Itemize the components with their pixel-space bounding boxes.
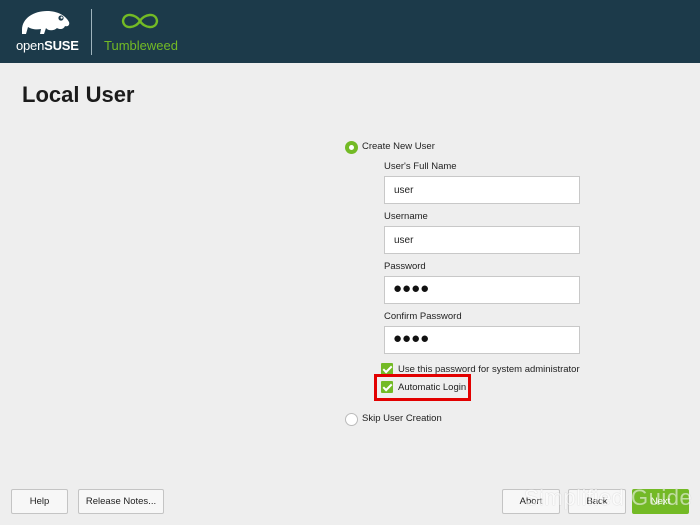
infinity-icon xyxy=(121,13,159,29)
help-button[interactable]: Help xyxy=(11,489,68,514)
watermark: Simplified Guide xyxy=(524,485,693,510)
password-label: Password xyxy=(384,261,426,272)
skip-user-creation-label[interactable]: Skip User Creation xyxy=(362,413,442,424)
password-input[interactable]: ●●●● xyxy=(384,276,580,304)
skip-user-creation-radio[interactable] xyxy=(345,413,358,426)
confirm-password-input[interactable]: ●●●● xyxy=(384,326,580,354)
create-new-user-label[interactable]: Create New User xyxy=(362,141,435,152)
full-name-label: User's Full Name xyxy=(384,161,457,172)
create-new-user-radio[interactable] xyxy=(345,141,358,154)
release-notes-button[interactable]: Release Notes... xyxy=(78,489,164,514)
username-input[interactable]: user xyxy=(384,226,580,254)
page-title: Local User xyxy=(22,82,135,107)
opensuse-logo: openSUSE xyxy=(16,8,79,54)
chameleon-icon xyxy=(22,11,70,34)
username-label: Username xyxy=(384,211,428,222)
installer-header: openSUSE Tumbleweed xyxy=(0,0,700,63)
confirm-password-label: Confirm Password xyxy=(384,311,462,322)
full-name-input[interactable]: user xyxy=(384,176,580,204)
product-name: Tumbleweed xyxy=(104,38,178,53)
tumbleweed-logo: Tumbleweed xyxy=(104,8,184,54)
header-divider xyxy=(91,9,92,55)
automatic-login-highlight xyxy=(374,374,471,401)
